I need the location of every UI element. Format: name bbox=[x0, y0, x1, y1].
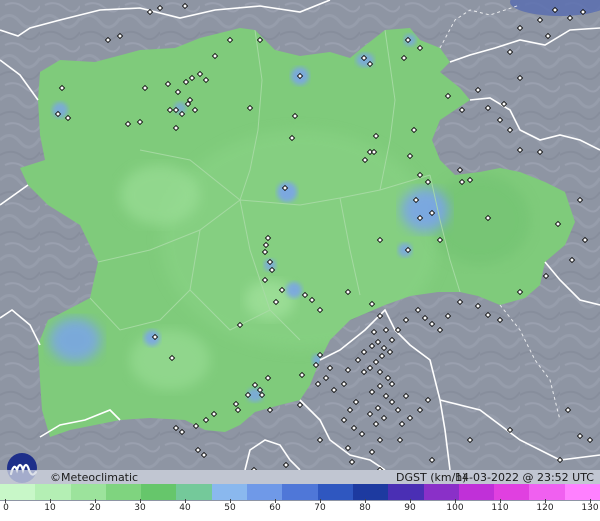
color-scale-tick-label: 90 bbox=[404, 503, 416, 513]
color-scale-tick-label: 120 bbox=[536, 503, 554, 513]
color-scale-swatch bbox=[458, 484, 495, 500]
color-scale-swatch bbox=[423, 484, 459, 500]
color-scale-tick-label: 0 bbox=[3, 503, 9, 513]
brand-label: ©Meteoclimatic bbox=[50, 471, 139, 484]
color-scale-tick-label: 30 bbox=[134, 503, 146, 513]
color-scale-swatch bbox=[35, 484, 71, 500]
color-scale-swatch bbox=[211, 484, 248, 500]
color-scale-bar bbox=[0, 484, 600, 500]
color-scale-tick-label: 10 bbox=[44, 503, 56, 513]
color-scale-tick-label: 80 bbox=[359, 503, 371, 513]
color-scale-swatch bbox=[105, 484, 142, 500]
color-scale-swatch bbox=[141, 484, 177, 500]
map-stage: ©Meteoclimatic DGST (km/h) 14-03-2022 @ … bbox=[0, 0, 600, 521]
color-scale-swatch bbox=[0, 484, 36, 500]
color-scale-swatch bbox=[317, 484, 353, 500]
color-scale-swatch bbox=[494, 484, 530, 500]
color-scale-swatch bbox=[564, 484, 600, 500]
color-scale-swatch bbox=[176, 484, 212, 500]
color-scale-swatch bbox=[529, 484, 565, 500]
timestamp-label: 14-03-2022 @ 23:52 UTC bbox=[455, 471, 594, 484]
color-scale-tick-label: 50 bbox=[224, 503, 236, 513]
weather-map bbox=[0, 0, 600, 470]
color-scale-tick-label: 110 bbox=[491, 503, 509, 513]
color-scale-swatch bbox=[388, 484, 424, 500]
color-scale-swatch bbox=[282, 484, 318, 500]
color-scale-tick-label: 70 bbox=[314, 503, 326, 513]
color-scale-swatch bbox=[247, 484, 283, 500]
color-scale-tick-label: 130 bbox=[581, 503, 599, 513]
color-scale-ticks: 0 10 20 30 40 50 60 70 80 90 100 110 120 130 bbox=[0, 499, 600, 521]
color-scale-tick-label: 40 bbox=[179, 503, 191, 513]
color-scale-swatch bbox=[352, 484, 389, 500]
color-scale-tick-label: 60 bbox=[269, 503, 281, 513]
color-scale-tick-label: 100 bbox=[446, 503, 464, 513]
color-scale-swatch bbox=[70, 484, 106, 500]
color-scale-tick-label: 20 bbox=[89, 503, 101, 513]
